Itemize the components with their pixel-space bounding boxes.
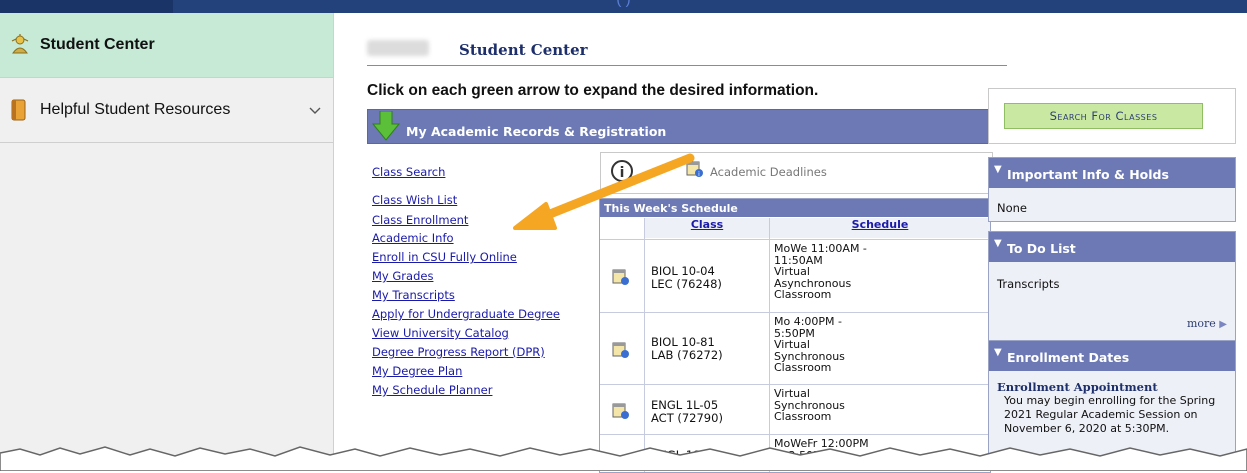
link-class-search[interactable]: Class Search [372, 165, 445, 179]
enrollment-appointment-text: You may begin enrolling for the Spring 2… [1004, 394, 1216, 435]
class-section: LEC (76248) [651, 277, 722, 291]
top-bar: ( ) [0, 0, 1247, 13]
todo-header[interactable]: ▼ To Do List [989, 232, 1235, 262]
column-header-class[interactable]: Class [645, 218, 769, 238]
sidebar-item-helpful-resources[interactable]: Helpful Student Resources [0, 78, 333, 143]
link-enroll-csu-online[interactable]: Enroll in CSU Fully Online [372, 250, 517, 264]
more-label: more [1186, 317, 1216, 330]
schedule-cell: Virtual Synchronous Classroom [774, 388, 934, 423]
link-class-wish-list[interactable]: Class Wish List [372, 193, 457, 207]
arrow-right-icon: ▶ [1219, 319, 1227, 330]
table-row: BIOL 10-04 LEC (76248) MoWe 11:00AM - 11… [600, 239, 990, 313]
triangle-down-icon[interactable]: ▼ [994, 347, 1002, 358]
todo-title: To Do List [1007, 241, 1076, 256]
link-apply-degree[interactable]: Apply for Undergraduate Degree [372, 307, 560, 321]
class-cell: BIOL 10-81 LAB (76272) [651, 336, 723, 362]
link-university-catalog[interactable]: View University Catalog [372, 326, 509, 340]
triangle-down-icon[interactable]: ▼ [994, 164, 1002, 175]
schedule-line: Virtual [774, 338, 810, 351]
schedule-line: MoWe 11:00AM - [774, 242, 867, 255]
column-header-schedule[interactable]: Schedule [770, 218, 990, 238]
schedule-line: - 12:50PM [774, 448, 830, 462]
table-row: ENGL 1S-40 MoWeFr 12:00PM - 12:50PM [600, 434, 990, 472]
important-info-body: None [997, 201, 1028, 215]
chevron-down-icon[interactable] [309, 102, 321, 118]
todo-item[interactable]: Transcripts [997, 277, 1059, 291]
enrollment-dates-header[interactable]: ▼ Enrollment Dates [989, 341, 1235, 371]
link-my-transcripts[interactable]: My Transcripts [372, 288, 455, 302]
class-code: ENGL 1S-40 [651, 448, 720, 462]
academic-records-bar[interactable]: My Academic Records & Registration [367, 109, 1006, 144]
schedule-title: This Week's Schedule [604, 202, 738, 215]
info-icon: i [611, 160, 633, 182]
link-my-grades[interactable]: My Grades [372, 269, 433, 283]
main-content: Student Center Click on each green arrow… [334, 13, 1247, 473]
search-for-classes-button[interactable]: Search For Classes [1004, 103, 1203, 129]
schedule-line: Classroom [774, 288, 832, 301]
enrollment-dates-panel: ▼ Enrollment Dates Enrollment Appointmen… [988, 340, 1236, 471]
calendar-icon: i [686, 160, 704, 182]
triangle-down-icon[interactable]: ▼ [994, 238, 1002, 249]
sidebar-item-student-center[interactable]: Student Center [0, 13, 333, 78]
page-title: Student Center [367, 39, 1007, 66]
link-academic-info[interactable]: Academic Info [372, 231, 454, 245]
redacted-name [367, 40, 429, 56]
schedule-cell: MoWe 11:00AM - 11:50AM Virtual Asynchron… [774, 243, 934, 301]
link-degree-progress-report[interactable]: Degree Progress Report (DPR) [372, 345, 545, 359]
academic-deadlines-label[interactable]: Academic Deadlines [710, 165, 827, 179]
green-arrow-icon[interactable] [371, 110, 401, 145]
important-info-header[interactable]: ▼ Important Info & Holds [989, 158, 1235, 188]
enrollment-appointment-title[interactable]: Enrollment Appointment [997, 380, 1158, 394]
table-row: BIOL 10-81 LAB (76272) Mo 4:00PM - 5:50P… [600, 312, 990, 385]
sidebar-item-label: Helpful Student Resources [40, 101, 231, 118]
class-cell: ENGL 1L-05 ACT (72790) [651, 399, 723, 425]
schedule-cell: Mo 4:00PM - 5:50PM Virtual Synchronous C… [774, 316, 934, 374]
book-icon [10, 98, 28, 127]
class-section: LAB (76272) [651, 348, 723, 362]
schedule-line: Classroom [774, 410, 832, 423]
important-info-title: Important Info & Holds [1007, 167, 1169, 182]
sidebar-item-label: Student Center [40, 36, 155, 53]
calendar-icon [612, 402, 630, 424]
schedule-line: Virtual [774, 387, 810, 400]
todo-panel: ▼ To Do List Transcripts more ▶ [988, 231, 1236, 341]
link-my-degree-plan[interactable]: My Degree Plan [372, 364, 462, 378]
schedule-line: Mo 4:00PM - [774, 315, 843, 328]
schedule-line: Classroom [774, 361, 832, 374]
calendar-icon [612, 341, 630, 363]
enrollment-dates-title: Enrollment Dates [1007, 350, 1130, 365]
sidebar: Student Center Helpful Student Resources [0, 13, 334, 471]
student-center-icon [10, 33, 30, 60]
page-title-text: Student Center [459, 41, 588, 59]
link-class-enrollment[interactable]: Class Enrollment [372, 213, 468, 227]
top-hint-text: ( ) [0, 0, 1247, 8]
table-row: ENGL 1L-05 ACT (72790) Virtual Synchrono… [600, 384, 990, 435]
more-link[interactable]: more ▶ [1187, 317, 1227, 330]
class-cell: ENGL 1S-40 [651, 449, 719, 462]
schedule-line: MoWeFr 12:00PM [774, 437, 869, 450]
schedule-header: This Week's Schedule [600, 199, 990, 217]
academic-deadlines-box[interactable]: i i Academic Deadlines [600, 152, 993, 194]
link-schedule-planner[interactable]: My Schedule Planner [372, 383, 492, 397]
class-section: ACT (72790) [651, 411, 723, 425]
weekly-schedule-table: This Week's Schedule Class Schedule BIOL… [599, 198, 991, 473]
search-classes-box: Search For Classes [988, 88, 1236, 144]
schedule-cell: MoWeFr 12:00PM - 12:50PM [774, 438, 934, 461]
instruction-text: Click on each green arrow to expand the … [367, 82, 819, 99]
calendar-icon [612, 268, 630, 290]
important-info-panel: ▼ Important Info & Holds None [988, 157, 1236, 222]
schedule-line: Virtual [774, 265, 810, 278]
class-cell: BIOL 10-04 LEC (76248) [651, 265, 722, 291]
academic-bar-title: My Academic Records & Registration [406, 124, 667, 139]
